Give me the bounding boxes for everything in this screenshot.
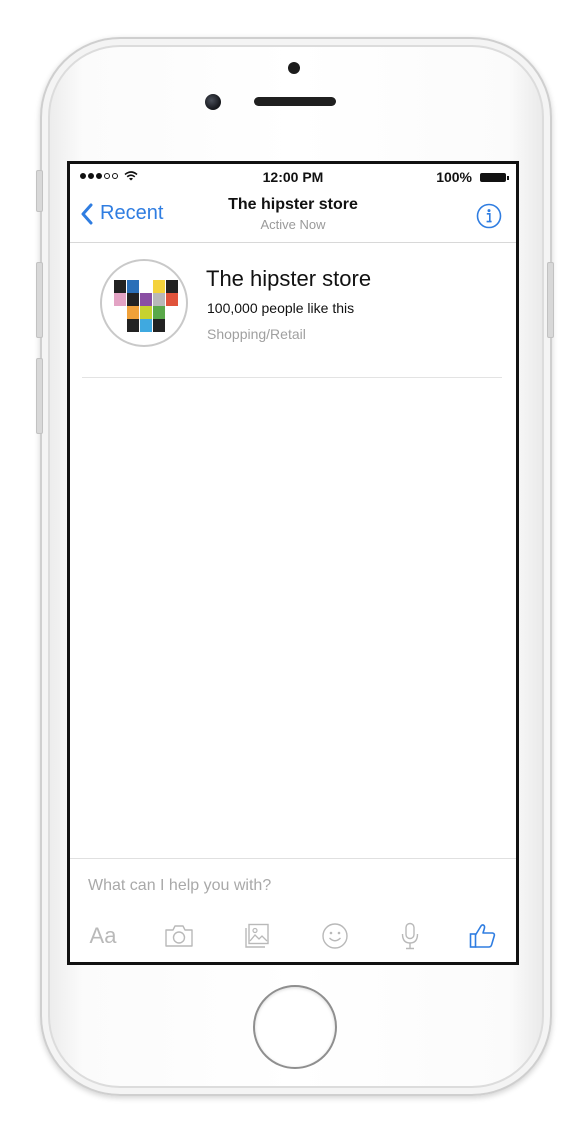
like-button[interactable] [466,919,500,953]
navigation-bar: Recent The hipster store Active Now [70,190,516,243]
volume-up-button [36,262,43,338]
page-info-card: The hipster store 100,000 people like th… [82,242,502,378]
info-icon[interactable] [476,203,502,229]
store-logo [114,280,178,332]
volume-down-button [36,358,43,434]
phone-screen: 12:00 PM 100% Recent The hipster store A… [67,161,519,965]
camera-button[interactable] [162,919,196,953]
earpiece-speaker [254,97,336,106]
text-format-button[interactable]: Aa [86,919,120,953]
page-avatar[interactable] [100,259,188,347]
text-format-label: Aa [89,923,117,948]
smiley-icon [322,923,348,949]
thumbs-up-icon [469,924,496,948]
active-status: Active Now [260,217,326,232]
emoji-button[interactable] [318,919,352,953]
gallery-button[interactable] [240,919,274,953]
message-composer: Aa [70,858,516,962]
device-mockup: 12:00 PM 100% Recent The hipster store A… [0,0,584,1125]
status-bar: 12:00 PM 100% [70,164,516,190]
page-likes: 100,000 people like this [207,300,355,316]
composer-toolbar: Aa [70,919,516,953]
microphone-button[interactable] [393,919,427,953]
photo-gallery-icon [245,923,269,948]
battery-percentage: 100% [436,169,472,185]
page-category: Shopping/Retail [207,326,306,342]
microphone-icon [401,922,419,950]
camera-icon [165,925,193,947]
page-name: The hipster store [206,266,372,291]
conversation-title: The hipster store [228,196,358,213]
front-camera [205,94,221,110]
power-button [547,262,554,338]
message-input[interactable] [88,877,488,895]
battery-icon [480,173,509,182]
home-button[interactable] [253,985,337,1069]
proximity-sensor [288,62,300,74]
mute-switch [36,170,43,212]
